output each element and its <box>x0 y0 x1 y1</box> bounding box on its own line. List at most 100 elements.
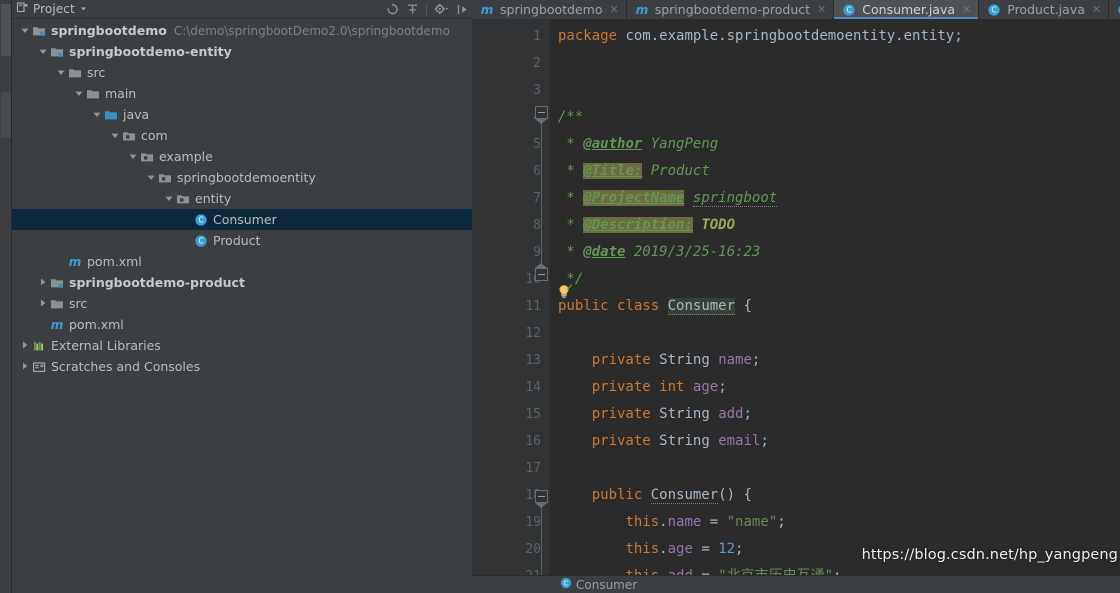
code-line[interactable]: private int age; <box>550 374 1120 401</box>
code-line[interactable] <box>550 455 1120 482</box>
close-icon[interactable]: ✕ <box>1092 3 1101 16</box>
editor-tab-bar[interactable]: m springbootdemo ✕ m springbootdemo-product ✕… <box>472 0 1120 19</box>
editor-tab-springbootdemo-product[interactable]: m springbootdemo-product ✕ <box>626 0 835 19</box>
settings-gear-icon[interactable] <box>434 3 449 16</box>
code-line[interactable] <box>550 50 1120 77</box>
java-class-icon: C <box>987 3 1002 17</box>
code-line[interactable]: private String name; <box>550 347 1120 374</box>
svg-text:C: C <box>198 236 203 245</box>
tree-row-external-libraries[interactable]: External Libraries <box>12 335 472 356</box>
chevron-down-icon[interactable] <box>162 193 175 204</box>
breadcrumb-item-class[interactable]: C Consumer <box>560 577 637 592</box>
code-text[interactable]: package com.example.springbootdemoentity… <box>550 19 1120 575</box>
tree-row-label: pom.xml <box>87 254 142 269</box>
tree-row-src[interactable]: src <box>12 293 472 314</box>
editor-tab-product-java[interactable]: C Product.java ✕ <box>979 0 1110 19</box>
editor-breadcrumbs[interactable]: C Consumer <box>472 575 1120 593</box>
hide-panel-icon[interactable] <box>456 3 469 16</box>
code-line[interactable]: * @ProjectName springboot <box>550 185 1120 212</box>
libraries-icon <box>31 339 48 353</box>
chevron-down-icon[interactable] <box>144 172 157 183</box>
tree-row-label: springbootdemo-entity <box>69 44 232 59</box>
tree-row-springbootdemo-entity[interactable]: springbootdemo-entity <box>12 41 472 62</box>
editor-gutter[interactable]: 123456789101112131415161718192021 <box>472 19 550 575</box>
tree-row-label: src <box>87 65 106 80</box>
tree-row-springbootdemoentity[interactable]: springbootdemoentity <box>12 167 472 188</box>
code-line[interactable]: * @author YangPeng <box>550 131 1120 158</box>
tree-row-label: Consumer <box>213 212 277 227</box>
tree-row-main[interactable]: main <box>12 83 472 104</box>
intention-bulb-icon[interactable] <box>556 284 573 299</box>
chevron-right-icon[interactable] <box>36 277 49 288</box>
chevron-down-icon[interactable] <box>72 88 85 99</box>
svg-text:C: C <box>847 5 852 14</box>
code-line[interactable] <box>550 320 1120 347</box>
fold-marker-close[interactable] <box>535 263 548 281</box>
collapse-all-icon[interactable] <box>406 3 419 16</box>
code-line[interactable]: /** <box>550 104 1120 131</box>
project-panel-toolbar <box>386 0 469 19</box>
code-line[interactable]: private String email; <box>550 428 1120 455</box>
code-line[interactable]: * @date 2019/3/25-16:23 <box>550 239 1120 266</box>
code-line[interactable]: * @Title: Product <box>550 158 1120 185</box>
tree-row-product[interactable]: C Product <box>12 230 472 251</box>
tree-row-springbootdemo[interactable]: springbootdemo C:\demo\springbootDemo2.0\… <box>12 20 472 41</box>
chevron-right-icon[interactable] <box>18 340 31 351</box>
chevron-down-icon[interactable] <box>79 2 88 16</box>
close-icon[interactable]: ✕ <box>610 3 619 16</box>
tree-row-label: Product <box>213 233 261 248</box>
tree-row-pom-xml[interactable]: m pom.xml <box>12 314 472 335</box>
editor-tab-consumer-java[interactable]: C Consumer.java ✕ <box>834 0 980 19</box>
code-line[interactable]: private String add; <box>550 401 1120 428</box>
java-class-icon: C <box>842 3 857 17</box>
code-line[interactable]: this.add = "北京市历史互通"; <box>550 563 1120 575</box>
chevron-down-icon[interactable] <box>108 130 121 141</box>
tree-row-example[interactable]: example <box>12 146 472 167</box>
fold-region-line-method <box>541 503 542 575</box>
tree-row-label: springbootdemo-product <box>69 275 245 290</box>
fold-marker-open-ctor[interactable] <box>535 490 548 508</box>
chevron-right-icon[interactable] <box>36 298 49 309</box>
editor-tab-label: Consumer.java <box>862 2 956 17</box>
tree-row-src[interactable]: src <box>12 62 472 83</box>
code-line[interactable]: */ <box>550 266 1120 293</box>
tree-row-com[interactable]: com <box>12 125 472 146</box>
chevron-down-icon[interactable] <box>18 25 31 36</box>
scratches-icon <box>31 360 48 374</box>
tree-row-label: springbootdemo <box>51 23 167 38</box>
code-line[interactable]: package com.example.springbootdemoentity… <box>550 23 1120 50</box>
chevron-down-icon[interactable] <box>126 151 139 162</box>
fold-marker-open[interactable] <box>535 106 548 124</box>
chevron-down-icon[interactable] <box>90 109 103 120</box>
fold-region-line <box>541 118 542 280</box>
sync-icon[interactable] <box>386 3 399 16</box>
tree-row-pom-xml[interactable]: m pom.xml <box>12 251 472 272</box>
tree-row-scratches-and-consoles[interactable]: Scratches and Consoles <box>12 356 472 377</box>
maven-icon: m <box>67 255 84 269</box>
stripe-tab-structure[interactable] <box>1 92 11 138</box>
close-icon[interactable]: ✕ <box>817 3 826 16</box>
chevron-down-icon[interactable] <box>54 67 67 78</box>
tree-row-entity[interactable]: entity <box>12 188 472 209</box>
stripe-tab-project[interactable] <box>1 4 11 56</box>
code-line[interactable]: this.age = 12; <box>550 536 1120 563</box>
chevron-right-icon[interactable] <box>18 361 31 372</box>
code-line[interactable]: * @Description: TODO <box>550 212 1120 239</box>
tree-row-springbootdemo-product[interactable]: springbootdemo-product <box>12 272 472 293</box>
code-line[interactable]: public class Consumer { <box>550 293 1120 320</box>
tree-row-java[interactable]: java <box>12 104 472 125</box>
code-line[interactable]: public Consumer() { <box>550 482 1120 509</box>
project-panel-title-group[interactable]: Project <box>16 1 88 17</box>
close-icon[interactable]: ✕ <box>962 3 971 16</box>
tree-row-consumer[interactable]: C Consumer <box>12 209 472 230</box>
tree-row-path: C:\demo\springbootDemo2.0\springbootdemo <box>173 23 450 38</box>
code-line[interactable] <box>550 77 1120 104</box>
fold-marker-column[interactable] <box>534 23 550 575</box>
tool-window-stripe <box>0 0 12 593</box>
code-line[interactable]: this.name = "name"; <box>550 509 1120 536</box>
editor-tab-label: springbootdemo-product <box>654 2 811 17</box>
project-tree[interactable]: springbootdemo C:\demo\springbootDemo2.0\… <box>12 19 472 593</box>
chevron-down-icon[interactable] <box>36 46 49 57</box>
editor-tab-springbootdemo[interactable]: m springbootdemo ✕ <box>472 0 627 19</box>
editor-tab-pr[interactable]: CPr <box>1109 0 1120 19</box>
